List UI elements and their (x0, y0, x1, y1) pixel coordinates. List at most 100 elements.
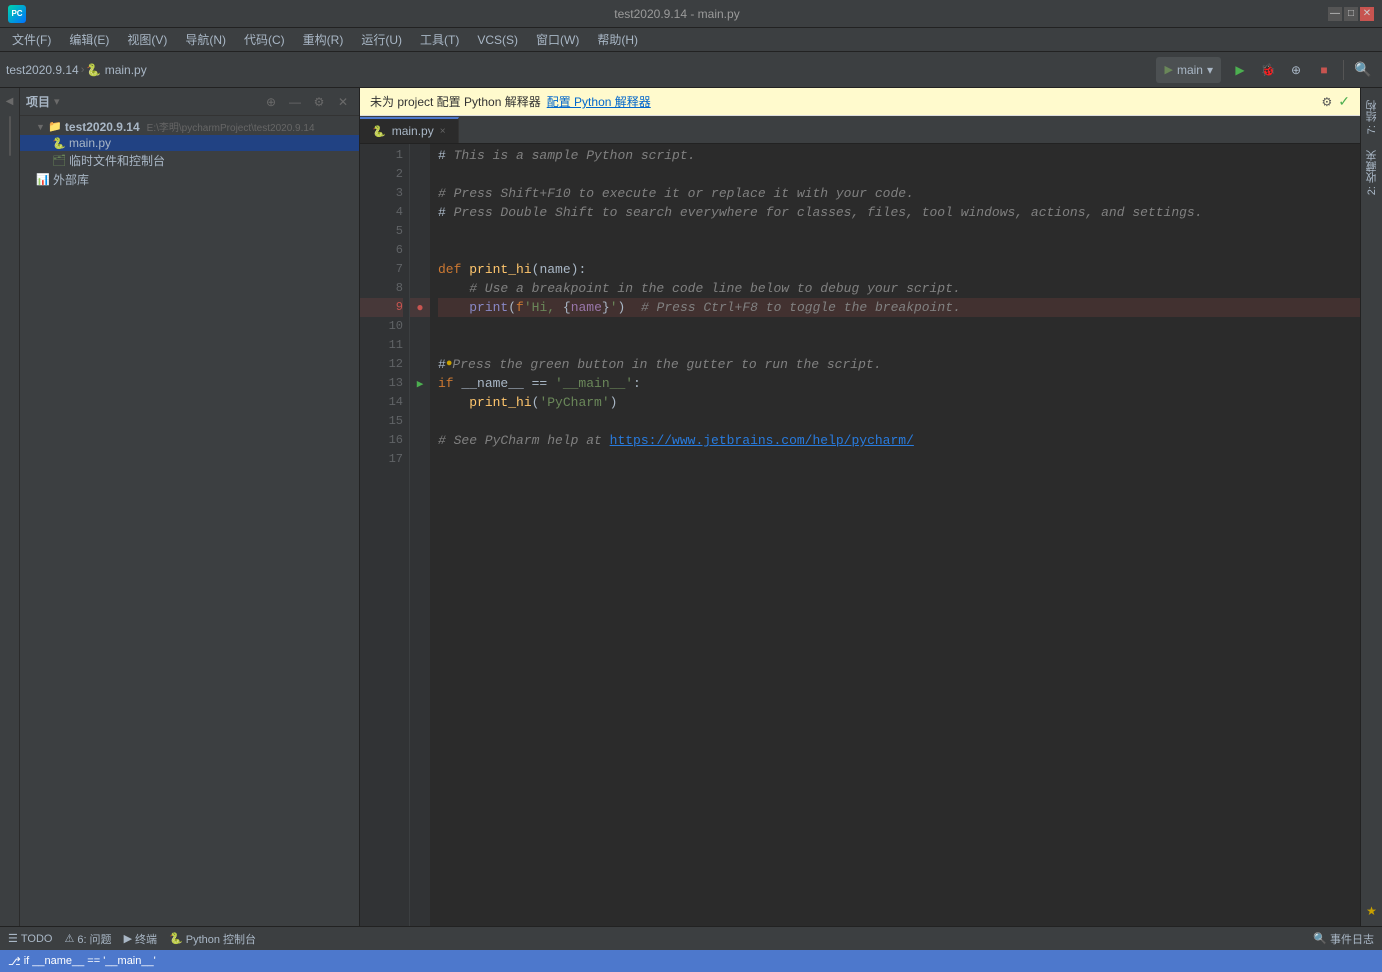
notification-text: 未为 project 配置 Python 解释器 (370, 93, 541, 110)
problems-button[interactable]: ⚠ 6: 问题 (64, 931, 111, 947)
run-config-name: main (1177, 63, 1203, 77)
menu-code[interactable]: 代码(C) (236, 29, 293, 50)
coverage-button[interactable]: ⊕ (1283, 57, 1309, 83)
project-panel-header: 项目 ▾ ⊕ — ⚙ ✕ (20, 88, 359, 116)
run-button[interactable]: ▶ (1227, 57, 1253, 83)
code-line-8: # Use a breakpoint in the code line belo… (438, 279, 1360, 298)
menu-edit[interactable]: 编辑(E) (61, 29, 117, 50)
menu-file[interactable]: 文件(F) (4, 29, 59, 50)
tree-item-external-lib[interactable]: 📊 外部库 (20, 170, 359, 189)
tree-item-project-root[interactable]: ▼ 📁 test2020.9.14 E:\李明\pycharmProject\t… (20, 118, 359, 135)
code-line-14: print_hi('PyCharm') (438, 393, 1360, 412)
menu-run[interactable]: 运行(U) (353, 29, 410, 50)
project-panel: 项目 ▾ ⊕ — ⚙ ✕ ▼ 📁 test2020.9.14 E:\李明\pyc… (20, 88, 360, 926)
status-branch[interactable]: ⎇ if __name__ == '__main__' (8, 955, 156, 968)
terminal-label: 终端 (135, 931, 157, 947)
problems-icon: ⚠ (64, 932, 74, 945)
code-line-1: # This is a sample Python script. (438, 146, 1360, 165)
code-line-4: # Press Double Shift to search everywher… (438, 203, 1360, 222)
left-sidebar-icons: ◀ (0, 88, 20, 926)
code-line-10 (438, 317, 1360, 336)
window-controls: — □ ✕ (1328, 7, 1374, 21)
maximize-button[interactable]: □ (1344, 7, 1358, 21)
run-config-icon: ▶ (1164, 63, 1172, 76)
tree-chevron-root: ▼ (36, 122, 45, 132)
favorites-panel-button[interactable]: 2: 收藏夹 (1362, 142, 1382, 203)
sidebar-drag-handle[interactable] (9, 116, 11, 156)
menu-tools[interactable]: 工具(T) (412, 29, 467, 50)
tree-label-main-py: main.py (69, 136, 111, 150)
project-close-button[interactable]: ✕ (333, 92, 353, 112)
tab-python-icon: 🐍 (372, 125, 386, 138)
menu-help[interactable]: 帮助(H) (589, 29, 646, 50)
menu-vcs[interactable]: VCS(S) (469, 31, 526, 49)
python-console-icon: 🐍 (169, 932, 183, 945)
code-line-12: #●Press the green button in the gutter t… (438, 355, 1360, 374)
bottom-bar: ☰ TODO ⚠ 6: 问题 ▶ 终端 🐍 Python 控制台 🔍 事件日志 (0, 926, 1382, 950)
tab-filename: main.py (392, 124, 434, 138)
project-dropdown-icon[interactable]: ▾ (54, 95, 60, 108)
stop-button[interactable]: ■ (1311, 57, 1337, 83)
code-editor[interactable]: 1 2 3 4 5 6 7 8 9 10 11 12 13 14 15 16 1… (360, 144, 1360, 926)
tree-item-temp[interactable]: 🗂 临时文件和控制台 (20, 151, 359, 170)
notification-dismiss-icon[interactable]: ✓ (1338, 93, 1350, 110)
breadcrumb-file[interactable]: 🐍 main.py (86, 63, 146, 77)
minimize-button[interactable]: — (1328, 7, 1342, 21)
tree-item-main-py[interactable]: 🐍 main.py (20, 135, 359, 151)
code-line-7: def print_hi(name): (438, 260, 1360, 279)
tab-close-button[interactable]: × (440, 126, 446, 137)
configure-interpreter-link[interactable]: 配置 Python 解释器 (547, 93, 651, 110)
tree-label-external-lib: 外部库 (53, 171, 89, 188)
structure-panel-button[interactable]: 7: 结构 (1362, 92, 1382, 142)
terminal-button[interactable]: ▶ 终端 (124, 931, 157, 947)
event-log-label: 事件日志 (1330, 931, 1374, 947)
menu-window[interactable]: 窗口(W) (528, 29, 587, 50)
main-layout: ◀ 项目 ▾ ⊕ — ⚙ ✕ ▼ 📁 test2020.9.14 E:\李明\p… (0, 88, 1382, 926)
sidebar-toggle-icon[interactable]: ◀ (1, 92, 19, 110)
external-lib-icon: 📊 (36, 173, 50, 186)
code-content[interactable]: # This is a sample Python script. # Pres… (430, 144, 1360, 926)
menu-bar: 文件(F) 编辑(E) 视图(V) 导航(N) 代码(C) 重构(R) 运行(U… (0, 28, 1382, 52)
menu-navigate[interactable]: 导航(N) (177, 29, 234, 50)
menu-view[interactable]: 视图(V) (119, 29, 175, 50)
tab-bar: 🐍 main.py × (360, 116, 1360, 144)
status-branch-label: if __name__ == '__main__' (24, 955, 156, 967)
title-bar-left: PC (8, 5, 26, 23)
project-collapse-button[interactable]: — (285, 92, 305, 112)
gutter: ● ▶ (410, 144, 430, 926)
project-settings-button[interactable]: ⚙ (309, 92, 329, 112)
bookmark-icon[interactable]: ★ (1366, 904, 1377, 918)
debug-button[interactable]: 🐞 (1255, 57, 1281, 83)
file-tree: ▼ 📁 test2020.9.14 E:\李明\pycharmProject\t… (20, 116, 359, 926)
code-line-2 (438, 165, 1360, 184)
line-numbers: 1 2 3 4 5 6 7 8 9 10 11 12 13 14 15 16 1… (360, 144, 410, 926)
notification-gear-icon[interactable]: ⚙ (1322, 95, 1333, 109)
breakpoint-marker[interactable]: ● (410, 298, 430, 317)
python-console-button[interactable]: 🐍 Python 控制台 (169, 931, 256, 947)
code-line-6 (438, 241, 1360, 260)
code-line-3: # Press Shift+F10 to execute it or repla… (438, 184, 1360, 203)
app-logo: PC (8, 5, 26, 23)
right-panel-icons: 7: 结构 2: 收藏夹 ★ (1360, 88, 1382, 926)
project-add-button[interactable]: ⊕ (261, 92, 281, 112)
code-line-9: print(f'Hi, {name}') # Press Ctrl+F8 to … (438, 298, 1360, 317)
toolbar: test2020.9.14 › 🐍 main.py ▶ main ▾ ▶ 🐞 ⊕… (0, 52, 1382, 88)
run-configuration-selector[interactable]: ▶ main ▾ (1156, 57, 1221, 83)
tab-main-py[interactable]: 🐍 main.py × (360, 117, 459, 143)
breadcrumb-project[interactable]: test2020.9.14 (6, 63, 79, 77)
toolbar-separator-1 (1343, 60, 1344, 80)
tree-path-root: E:\李明\pycharmProject\test2020.9.14 (147, 119, 315, 134)
window-title: test2020.9.14 - main.py (26, 7, 1328, 21)
title-bar: PC test2020.9.14 - main.py — □ ✕ (0, 0, 1382, 28)
terminal-icon: ▶ (124, 932, 132, 945)
close-button[interactable]: ✕ (1360, 7, 1374, 21)
event-log-button[interactable]: 🔍 事件日志 (1313, 931, 1374, 947)
code-line-5 (438, 222, 1360, 241)
run-arrow-marker[interactable]: ▶ (410, 374, 430, 393)
menu-refactor[interactable]: 重构(R) (295, 29, 352, 50)
problems-label: 6: 问题 (77, 931, 111, 947)
todo-button[interactable]: ☰ TODO (8, 932, 52, 945)
git-icon: ⎇ (8, 955, 21, 968)
code-line-15 (438, 412, 1360, 431)
search-everywhere-button[interactable]: 🔍 (1350, 57, 1376, 83)
